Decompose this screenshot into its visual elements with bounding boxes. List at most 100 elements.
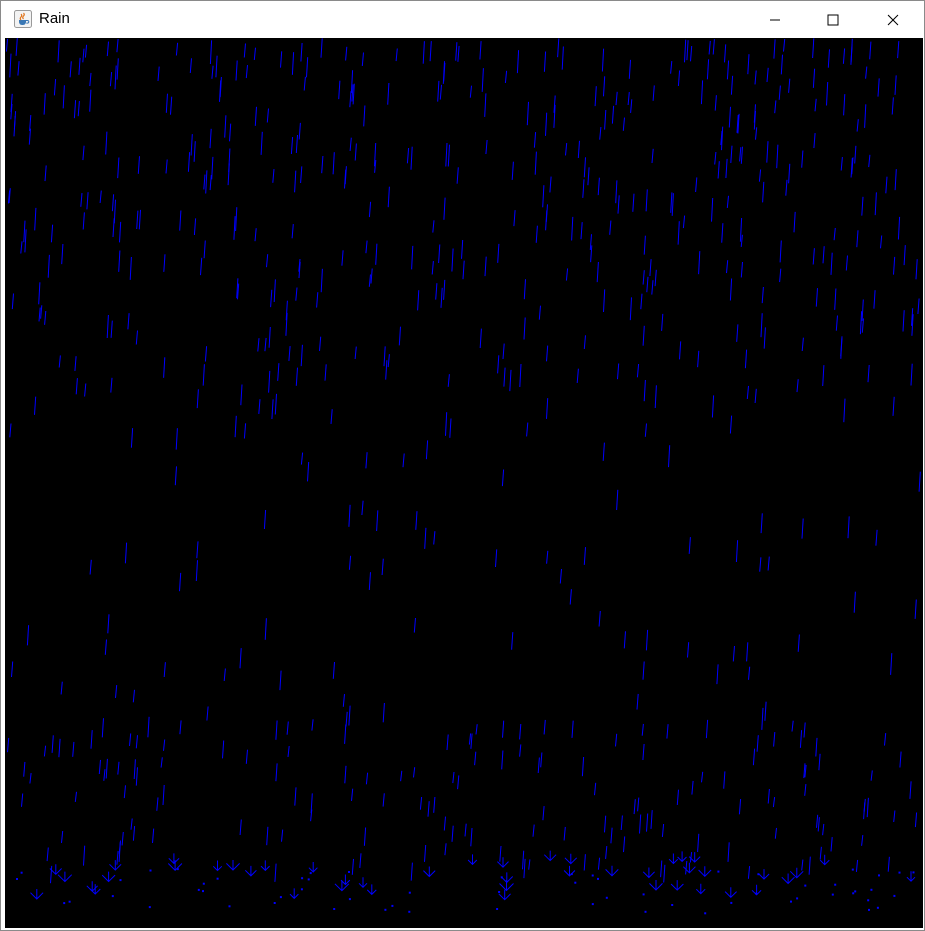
splash-mark [499, 880, 514, 892]
rain-drop [5, 38, 9, 52]
rain-drop [254, 228, 257, 242]
rain-drop [361, 500, 364, 516]
rain-drop [915, 259, 918, 280]
rain-drop [363, 827, 367, 846]
rain-drop [69, 61, 72, 78]
rain-drop [569, 589, 572, 605]
rain-drop [861, 835, 864, 846]
rain-drop [615, 733, 618, 747]
rain-drop [747, 866, 751, 879]
rain-drop [382, 793, 385, 807]
droplet-dot [197, 888, 200, 891]
rain-drop [425, 440, 429, 460]
rain-drop [187, 152, 191, 172]
rain-drop [11, 661, 14, 678]
rain-drop [793, 211, 796, 233]
splash-mark [724, 887, 737, 899]
rain-drop [275, 763, 278, 782]
droplet-dot [644, 910, 647, 913]
rain-drop [135, 735, 138, 749]
rain-drop [75, 378, 78, 395]
splash-mark [649, 880, 663, 891]
rain-drop [84, 383, 87, 397]
rain-drop [835, 315, 838, 331]
splash-mark [819, 854, 830, 866]
droplet-dot [216, 877, 219, 880]
rain-drop [223, 668, 226, 681]
rain-drop [830, 837, 833, 852]
rain-drop [341, 250, 344, 266]
rain-drop [127, 313, 130, 330]
rain-drop [413, 767, 416, 778]
rain-drop [455, 42, 458, 61]
rain-drop [135, 330, 138, 345]
rain-drop [774, 827, 777, 839]
droplet-dot [851, 868, 854, 871]
rain-drop [670, 61, 673, 74]
rain-drop [118, 250, 121, 272]
rain-drop [89, 559, 92, 575]
rain-drop [38, 282, 41, 305]
close-button[interactable] [864, 2, 922, 38]
rain-drop [773, 39, 776, 59]
rain-drop [705, 719, 709, 739]
rain-drop [796, 379, 799, 393]
rain-drop [410, 862, 413, 881]
rain-drop [175, 42, 179, 56]
rain-drop [764, 701, 767, 721]
splash-mark [86, 881, 98, 892]
droplet-dot [496, 908, 499, 910]
rain-drop [203, 174, 206, 190]
rain-drop [727, 842, 730, 862]
rain-drop [239, 819, 242, 836]
rain-drop [565, 268, 569, 281]
rain-drop [684, 39, 687, 63]
rain-drop [443, 197, 446, 220]
rain-drop [822, 823, 825, 836]
rain-drop [676, 789, 679, 805]
rain-canvas[interactable] [5, 38, 923, 928]
droplet-dot [717, 870, 720, 873]
droplet-dot [348, 898, 351, 901]
rain-drop [654, 385, 657, 409]
rain-drop [726, 260, 729, 274]
rain-drop [368, 572, 371, 591]
rain-drop [332, 661, 335, 679]
splash-mark [226, 860, 240, 871]
splash-mark [682, 862, 696, 874]
droplet-dot [570, 873, 573, 876]
rain-drop [209, 128, 212, 149]
rain-drop [642, 325, 645, 346]
rain-drop [433, 796, 436, 813]
rain-drop [243, 423, 247, 439]
droplet-dot [876, 906, 879, 909]
rain-drop [117, 157, 120, 179]
java-coffee-cup-icon[interactable] [14, 10, 32, 28]
rain-drop [670, 192, 673, 213]
maximize-button[interactable] [804, 2, 862, 38]
rain-drop [540, 752, 543, 768]
rain-drop [691, 780, 694, 795]
title-bar[interactable]: Rain [5, 2, 922, 38]
rain-drop [34, 207, 37, 231]
splash-mark [366, 884, 377, 896]
minimize-button[interactable] [746, 2, 804, 38]
rain-drop [116, 38, 119, 53]
rain-drop [21, 793, 24, 807]
rain-drop [174, 466, 177, 486]
rain-drop [156, 797, 159, 811]
rain-drop [914, 599, 917, 619]
rain-drop [112, 218, 115, 238]
rain-drop [778, 85, 781, 100]
rain-drop [239, 648, 242, 669]
rain-drop [884, 733, 887, 746]
droplet-dot [20, 871, 23, 874]
rain-drop [546, 550, 549, 564]
rain-drop [685, 860, 688, 875]
rain-drop [349, 137, 352, 152]
rain-drop [271, 399, 274, 420]
rain-drop [370, 268, 373, 284]
rain-drop [105, 758, 108, 779]
rain-drop [695, 177, 698, 193]
droplet-dot [384, 908, 387, 911]
